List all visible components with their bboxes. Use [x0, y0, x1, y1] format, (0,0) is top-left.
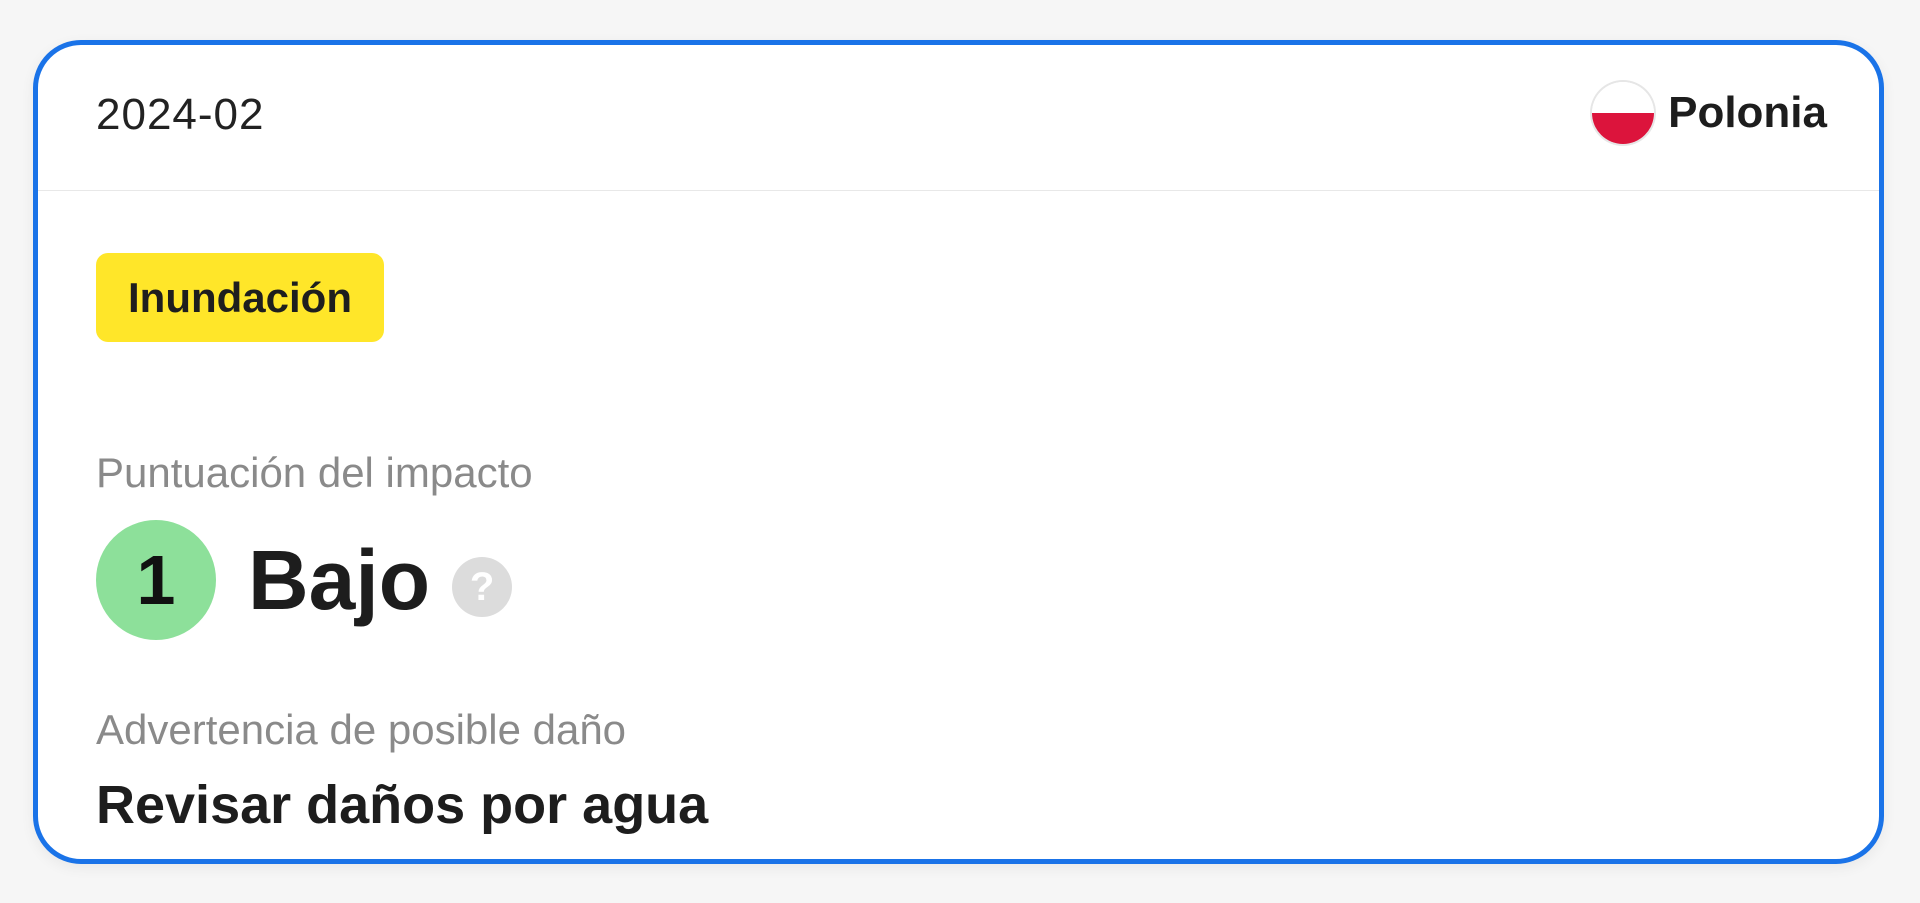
- event-card[interactable]: 2024-02 Polonia Inundación Puntuación de…: [33, 40, 1884, 864]
- help-icon[interactable]: ?: [452, 557, 513, 617]
- poland-flag-icon: [1592, 82, 1655, 144]
- flag-red-stripe: [1592, 113, 1655, 144]
- event-date: 2024-02: [96, 90, 265, 139]
- impact-score-circle: 1: [96, 520, 216, 640]
- impact-score-label: Puntuación del impacto: [96, 449, 533, 496]
- impact-score-row: 1 Bajo ?: [96, 520, 513, 640]
- card-header: 2024-02 Polonia: [38, 45, 1879, 191]
- event-type-badge: Inundación: [96, 253, 384, 342]
- damage-warning-label: Advertencia de posible daño: [96, 706, 627, 753]
- flag-white-stripe: [1592, 82, 1655, 113]
- damage-warning-text: Revisar daños por agua: [96, 775, 709, 835]
- country-info: Polonia: [1592, 82, 1827, 144]
- country-name: Polonia: [1668, 88, 1827, 137]
- impact-level: Bajo: [248, 533, 431, 627]
